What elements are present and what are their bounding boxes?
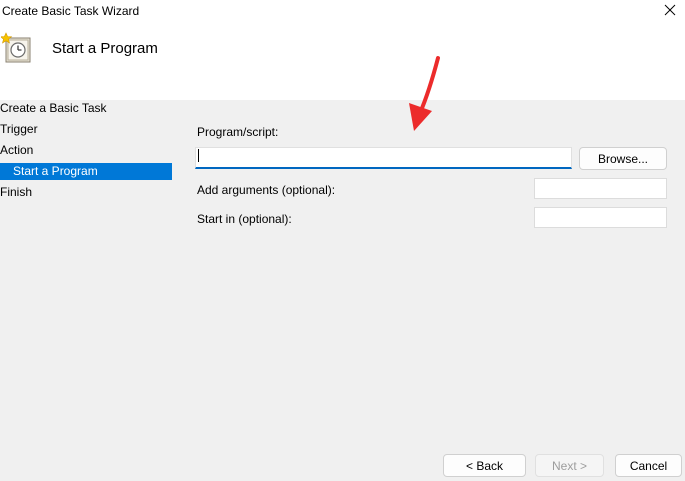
- nav-step-trigger: Trigger: [0, 122, 38, 136]
- annotation-arrow-icon: [409, 56, 440, 131]
- start-in-label: Start in (optional):: [197, 212, 292, 226]
- nav-step-finish: Finish: [0, 185, 33, 199]
- cancel-button[interactable]: Cancel: [615, 454, 682, 477]
- page-title: Start a Program: [52, 40, 158, 57]
- text-caret: [198, 149, 199, 162]
- arguments-label: Add arguments (optional):: [197, 183, 336, 197]
- title-bar: Create Basic Task Wizard: [0, 0, 685, 24]
- arguments-input[interactable]: [534, 178, 667, 199]
- back-button[interactable]: < Back: [443, 454, 526, 477]
- browse-button[interactable]: Browse...: [579, 147, 667, 170]
- task-clock-icon: [1, 32, 31, 63]
- start-in-input[interactable]: [534, 207, 667, 228]
- window-title: Create Basic Task Wizard: [2, 4, 140, 18]
- nav-step-action: Action: [0, 143, 34, 157]
- program-script-input[interactable]: [195, 147, 572, 169]
- wizard-header: Start a Program: [0, 24, 685, 100]
- nav-step-create-basic-task: Create a Basic Task: [0, 101, 107, 115]
- nav-step-start-a-program: Start a Program: [0, 163, 172, 180]
- close-icon[interactable]: [661, 1, 679, 19]
- program-script-label: Program/script:: [197, 125, 279, 139]
- next-button[interactable]: Next >: [535, 454, 604, 477]
